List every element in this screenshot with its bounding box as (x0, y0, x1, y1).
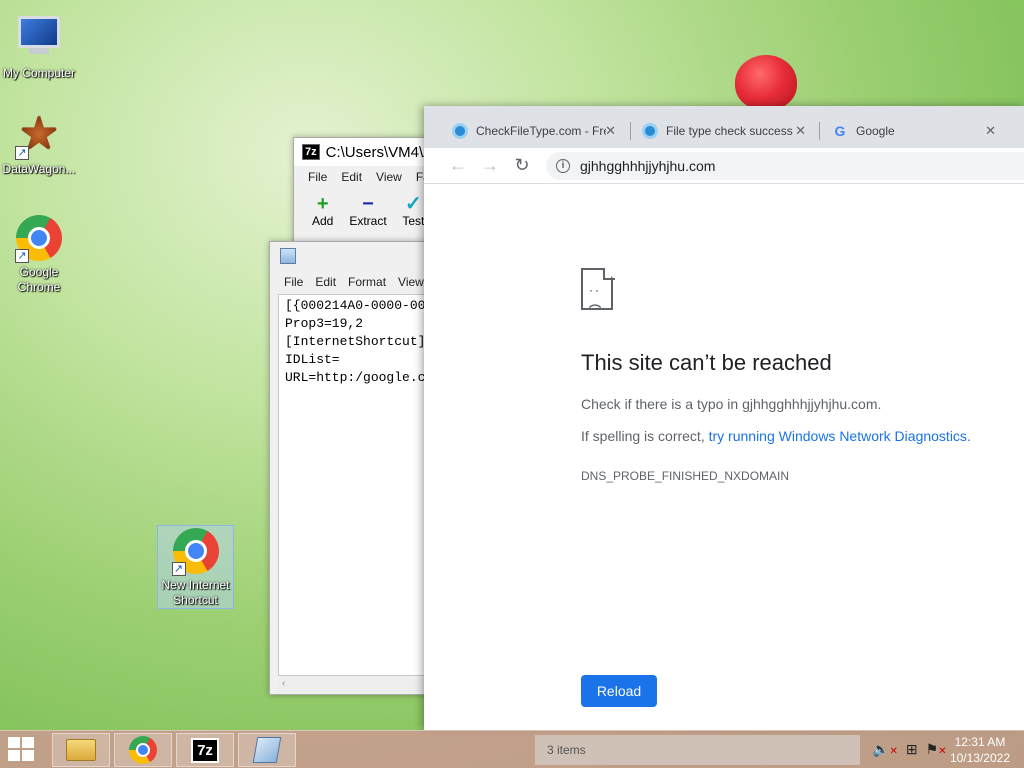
tab-title: File type check success (666, 124, 793, 138)
tab-title: Google (856, 124, 895, 138)
taskbar-chrome[interactable] (114, 733, 172, 767)
sevenzip-menubar: File Edit View Fa (294, 166, 432, 188)
address-bar-url: gjhhgghhhjjyhjhu.com (580, 157, 716, 174)
tab-checkfiletype[interactable]: CheckFileType.com - Fre ✕ (438, 114, 624, 148)
clock-time: 12:31 AM (954, 735, 1006, 749)
desktop-icon-label: DataWagon... (2, 162, 76, 176)
clock[interactable]: 12:31 AM 10/13/2022 (950, 734, 1010, 766)
wallpaper-raspberry (735, 55, 797, 110)
page-content: ˙˙ ⌒ This site can’t be reached Check if … (431, 184, 1024, 730)
desktop-icon-label: New Internet Shortcut (161, 578, 230, 607)
desktop-icon-my-computer[interactable]: My Computer (0, 10, 78, 81)
google-icon: G (834, 123, 846, 139)
chrome-toolbar: ← → ↻ i gjhhgghhhjjyhjhu.com (424, 148, 1024, 184)
address-bar[interactable]: i gjhhgghhhjjyhjhu.com (546, 151, 1024, 180)
tab-file-type-check[interactable]: File type check success ✕ (628, 114, 814, 148)
menu-edit[interactable]: Edit (341, 170, 362, 184)
menu-format[interactable]: Format (348, 275, 386, 289)
chrome-window[interactable]: CheckFileType.com - Fre ✕ File type chec… (424, 106, 1024, 730)
checkfiletype-icon (452, 123, 468, 139)
add-label: Add (311, 214, 334, 228)
desktop-icon-new-internet-shortcut[interactable]: ↗ New Internet Shortcut (157, 525, 234, 609)
error-typo-hint: Check if there is a typo in gjhhgghhhjjy… (581, 396, 882, 412)
desktop-icon-label: Google Chrome (17, 265, 61, 294)
extract-label: Extract (349, 214, 387, 228)
computer-icon (15, 16, 63, 64)
tab-google[interactable]: G Google ✕ (818, 114, 1004, 148)
sad-face-icon: ˙˙ ⌒ (589, 288, 604, 318)
datawagon-icon: ↗ (15, 112, 63, 160)
forward-arrow-icon[interactable]: → (474, 155, 506, 176)
network-icon[interactable]: ⊞ (906, 741, 918, 758)
sevenzip-titlebar[interactable]: 7z C:\Users\VM4\A (294, 138, 434, 166)
taskbar-7zip[interactable]: 7z (176, 733, 234, 767)
error-hint-suffix: . (966, 428, 971, 444)
reload-button[interactable]: Reload (581, 675, 657, 707)
system-tray: 🔈✕ ⊞ ⚑✕ (872, 741, 947, 758)
tab-title: CheckFileType.com - Fre (476, 124, 606, 138)
close-icon[interactable]: ✕ (605, 123, 616, 139)
desktop-icon-label: My Computer (2, 66, 76, 80)
menu-file[interactable]: File (308, 170, 327, 184)
sevenzip-toolbar: + Add − Extract ✓ Test (294, 188, 432, 228)
close-icon[interactable]: ✕ (985, 123, 996, 139)
desktop-icon-datawagon[interactable]: ↗ DataWagon... (0, 112, 78, 177)
horizontal-scrollbar[interactable]: ‹ (278, 678, 428, 692)
menu-file[interactable]: File (284, 275, 303, 289)
7zip-icon: 7z (302, 144, 320, 160)
checkfiletype-icon (642, 123, 658, 139)
notepad-icon (280, 248, 296, 264)
network-diagnostics-link[interactable]: try running Windows Network Diagnostics (709, 428, 967, 444)
error-title: This site can’t be reached (581, 350, 832, 375)
tab-strip: CheckFileType.com - Fre ✕ File type chec… (424, 106, 1024, 148)
shortcut-arrow-icon: ↗ (171, 562, 186, 576)
folder-icon (66, 739, 96, 761)
info-icon[interactable]: i (556, 158, 570, 173)
chrome-icon: ↗ (15, 215, 63, 263)
extract-button[interactable]: − Extract (349, 194, 386, 228)
notepad-icon (252, 737, 282, 763)
menu-view[interactable]: View (398, 275, 424, 289)
taskbar-file-explorer[interactable] (52, 733, 110, 767)
notepad-text-area[interactable]: [{000214A0-0000-00 Prop3=19,2 [InternetS… (278, 294, 428, 676)
notepad-window[interactable]: File Edit Format View [{000214A0-0000-00… (269, 241, 429, 695)
7zip-icon: 7z (191, 737, 219, 763)
notepad-menubar: File Edit Format View (270, 270, 428, 294)
volume-muted-icon[interactable]: 🔈✕ (872, 741, 898, 758)
back-arrow-icon[interactable]: ← (442, 155, 474, 176)
menu-view[interactable]: View (376, 170, 402, 184)
close-icon[interactable]: ✕ (795, 123, 806, 139)
shortcut-arrow-icon: ↗ (15, 249, 29, 263)
sad-page-fold (603, 268, 615, 280)
minus-icon: − (362, 193, 374, 215)
reload-icon[interactable]: ↻ (506, 155, 538, 176)
add-button[interactable]: + Add (304, 194, 341, 228)
chrome-icon (129, 736, 157, 764)
desktop-icon-google-chrome[interactable]: ↗ Google Chrome (0, 215, 78, 295)
plus-icon: + (316, 193, 329, 215)
menu-edit[interactable]: Edit (315, 275, 336, 289)
sevenzip-window[interactable]: 7z C:\Users\VM4\A File Edit View Fa + Ad… (293, 137, 433, 247)
clock-date: 10/13/2022 (949, 751, 1010, 765)
chrome-icon: ↗ (171, 528, 220, 576)
error-diagnostics-hint: If spelling is correct, try running Wind… (581, 428, 971, 444)
error-hint-prefix: If spelling is correct, (581, 428, 709, 444)
windows-start-icon[interactable] (8, 737, 38, 763)
action-center-icon[interactable]: ⚑✕ (926, 741, 947, 758)
shortcut-arrow-icon: ↗ (15, 146, 29, 160)
taskbar: 7z 3 items 🔈✕ ⊞ ⚑✕ 12:31 AM 10/13/2022 (0, 730, 1024, 768)
status-text: 3 items (535, 735, 860, 765)
notepad-titlebar[interactable] (270, 242, 428, 270)
sevenzip-title: C:\Users\VM4\A (325, 143, 434, 161)
error-code: DNS_PROBE_FINISHED_NXDOMAIN (581, 469, 790, 483)
taskbar-notepad[interactable] (238, 733, 296, 767)
